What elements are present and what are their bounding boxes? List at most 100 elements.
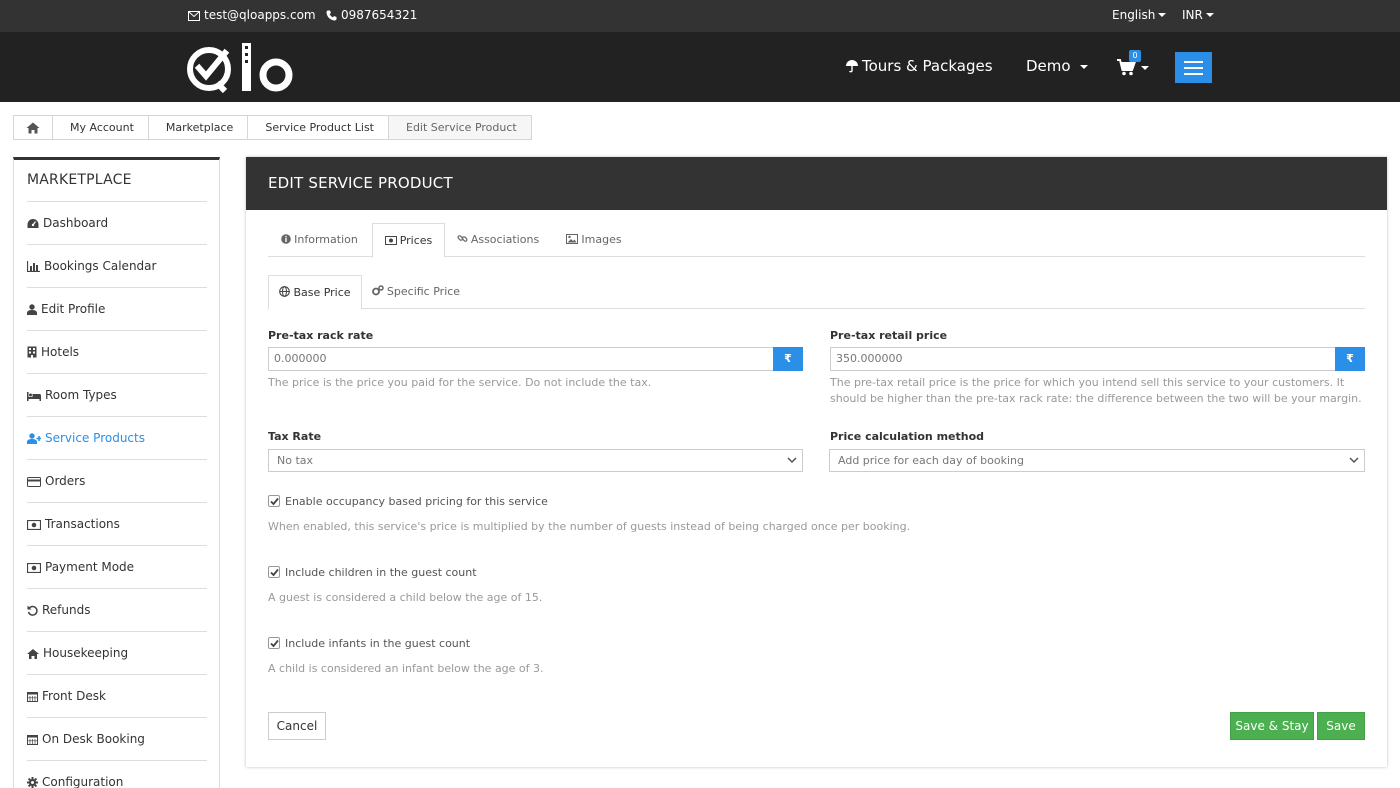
breadcrumb-home[interactable] — [14, 116, 53, 139]
tax-rate-value: No tax — [277, 454, 314, 467]
sidebar-item-housekeeping[interactable]: Housekeeping — [27, 632, 207, 675]
home-icon — [26, 122, 40, 133]
sidebar-item-label: Front Desk — [42, 689, 106, 703]
umbrella-icon — [846, 60, 858, 73]
hamburger-menu-button[interactable] — [1175, 52, 1212, 83]
check-icon — [270, 639, 279, 648]
include-infants-label: Include infants in the guest count — [285, 637, 471, 650]
retail-price-label: Pre-tax retail price — [830, 329, 948, 342]
tab-base-price[interactable]: Base Price — [268, 275, 362, 310]
tab-information[interactable]: Information — [268, 223, 371, 257]
user-icon — [27, 304, 37, 315]
calendar-icon — [27, 735, 38, 745]
sidebar-item-configuration[interactable]: Configuration — [27, 761, 207, 788]
contact-email-text: test@qloapps.com — [204, 8, 316, 22]
sidebar-item-orders[interactable]: Orders — [27, 460, 207, 503]
occupancy-pricing-checkbox[interactable] — [268, 495, 280, 507]
save-button[interactable]: Save — [1317, 712, 1365, 740]
include-children-checkbox[interactable] — [268, 566, 280, 578]
price-subtabs: Base Price Specific Price — [268, 275, 1365, 310]
contact-phone[interactable]: 0987654321 — [326, 0, 417, 32]
product-tabs: Information Prices Associations Images — [268, 223, 1365, 258]
retail-price-group: 350.000000 ₹ — [830, 347, 1365, 371]
save-and-stay-button[interactable]: Save & Stay — [1230, 712, 1314, 740]
rack-rate-label: Pre-tax rack rate — [268, 329, 374, 342]
calendar-icon — [27, 692, 38, 702]
retail-price-input[interactable]: 350.000000 — [830, 347, 1336, 371]
include-infants-checkbox[interactable] — [268, 637, 280, 649]
sidebar-item-front-desk[interactable]: Front Desk — [27, 675, 207, 718]
contact-email[interactable]: test@qloapps.com — [188, 0, 316, 32]
include-infants-help: A child is considered an infant below th… — [268, 662, 544, 675]
sidebar-title: MARKETPLACE — [27, 172, 132, 188]
site-header: Tours & Packages Demo 0 — [0, 32, 1400, 102]
sidebar-item-label: Service Products — [45, 431, 145, 445]
breadcrumb-service-product-list[interactable]: Service Product List — [248, 116, 389, 139]
include-children-label: Include children in the guest count — [285, 566, 477, 579]
currency-addon: ₹ — [773, 347, 803, 371]
nav-demo-label: Demo — [1026, 57, 1071, 75]
money-icon — [26, 562, 42, 574]
sidebar-item-transactions[interactable]: Transactions — [26, 503, 207, 546]
check-icon — [270, 568, 279, 577]
tab-associations[interactable]: Associations — [446, 223, 550, 257]
currency-addon: ₹ — [1335, 347, 1365, 371]
sidebar-item-label: On Desk Booking — [42, 732, 145, 746]
panel-title: EDIT SERVICE PRODUCT — [246, 157, 1387, 210]
price-method-value: Add price for each day of booking — [838, 454, 1024, 467]
sidebar-item-refunds[interactable]: Refunds — [27, 589, 207, 632]
sidebar-item-dashboard[interactable]: Dashboard — [27, 202, 207, 245]
sidebar-item-hotels[interactable]: Hotels — [27, 331, 207, 374]
breadcrumb-marketplace[interactable]: Marketplace — [148, 116, 249, 139]
gears-icon — [372, 285, 384, 296]
bed-icon — [27, 392, 41, 401]
link-icon — [457, 235, 468, 242]
tab-label: Information — [294, 233, 358, 246]
tab-prices[interactable]: Prices — [372, 223, 445, 258]
sidebar-item-label: Refunds — [42, 603, 91, 617]
price-method-label: Price calculation method — [830, 430, 985, 443]
nav-tours-label: Tours & Packages — [862, 57, 993, 75]
rack-rate-group: 0.000000 ₹ — [268, 347, 803, 371]
currency-label: INR — [1182, 8, 1203, 22]
sidebar-item-label: Transactions — [45, 517, 120, 531]
sidebar-item-label: Room Types — [45, 388, 117, 402]
cancel-button[interactable]: Cancel — [268, 712, 326, 740]
sidebar-item-on-desk-booking[interactable]: On Desk Booking — [27, 718, 207, 761]
sidebar-item-label: Payment Mode — [45, 560, 135, 574]
sidebar-item-service-products[interactable]: Service Products — [27, 417, 207, 460]
tab-label: Associations — [470, 233, 540, 246]
price-method-select[interactable]: Add price for each day of booking — [829, 449, 1365, 472]
tab-label: Base Price — [293, 286, 351, 299]
home-icon — [27, 649, 39, 659]
tax-rate-select[interactable]: No tax — [268, 449, 803, 472]
credit-card-icon — [27, 477, 41, 487]
tab-label: Specific Price — [386, 285, 461, 298]
sidebar-item-payment-mode[interactable]: Payment Mode — [26, 546, 207, 589]
sidebar-item-label: Edit Profile — [41, 302, 106, 316]
qlo-logo[interactable] — [187, 41, 297, 94]
hamburger-icon — [1184, 61, 1203, 63]
currency-dropdown[interactable]: INR — [1182, 0, 1214, 32]
rack-rate-input[interactable]: 0.000000 — [268, 347, 774, 371]
cart-count-badge: 0 — [1129, 50, 1141, 62]
phone-icon — [326, 10, 337, 21]
nav-demo-dropdown[interactable]: Demo — [1026, 32, 1088, 102]
breadcrumb-my-account[interactable]: My Account — [53, 116, 149, 139]
image-icon — [566, 234, 579, 244]
marketplace-sidebar: MARKETPLACE Dashboard Bookings Calendar … — [13, 157, 220, 788]
language-dropdown[interactable]: English — [1112, 0, 1167, 32]
retail-price-help: The pre-tax retail price is the price fo… — [830, 376, 1362, 405]
nav-tours-packages[interactable]: Tours & Packages — [845, 32, 993, 102]
sidebar-item-edit-profile[interactable]: Edit Profile — [27, 288, 207, 331]
sidebar-item-room-types[interactable]: Room Types — [27, 374, 207, 417]
sidebar-item-bookings-calendar[interactable]: Bookings Calendar — [26, 245, 207, 288]
sidebar-item-label: Dashboard — [43, 216, 109, 230]
caret-down-icon — [1141, 66, 1149, 70]
tab-specific-price[interactable]: Specific Price — [364, 275, 468, 309]
dashboard-icon — [27, 219, 39, 228]
undo-icon — [27, 605, 38, 616]
occupancy-pricing-help: When enabled, this service's price is mu… — [268, 520, 911, 533]
tab-images[interactable]: Images — [552, 223, 636, 257]
cart-button[interactable]: 0 — [1117, 50, 1151, 82]
